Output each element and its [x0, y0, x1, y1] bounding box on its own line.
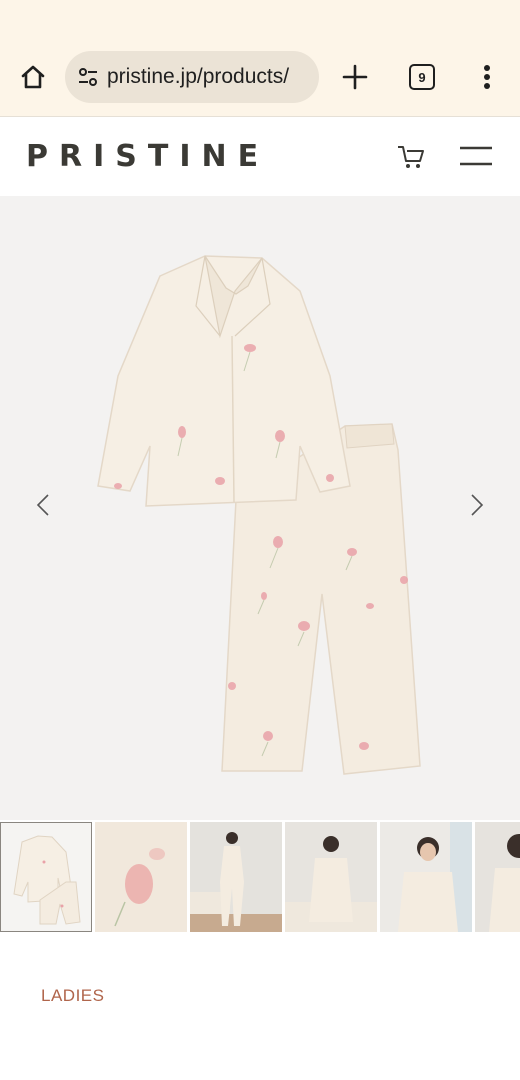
- address-bar[interactable]: pristine.jp/products/: [65, 51, 319, 103]
- thumbnail-6[interactable]: [475, 822, 520, 932]
- product-image-carousel[interactable]: [0, 196, 520, 820]
- next-image-icon[interactable]: [464, 492, 490, 518]
- thumbnail-3[interactable]: [190, 822, 282, 932]
- url-text[interactable]: pristine.jp/products/: [107, 65, 313, 89]
- thumbnail-5[interactable]: [380, 822, 472, 932]
- product-category-link[interactable]: LADIES: [41, 986, 104, 1006]
- thumbnail-strip: [0, 822, 520, 934]
- cart-icon[interactable]: [396, 143, 426, 171]
- product-image: [97, 255, 421, 775]
- more-options-icon[interactable]: [476, 62, 498, 92]
- site-header: PRISTINE: [0, 116, 520, 197]
- tab-switcher-button[interactable]: 9: [409, 64, 435, 90]
- new-tab-icon[interactable]: [338, 60, 372, 94]
- site-logo[interactable]: PRISTINE: [26, 139, 269, 174]
- home-icon[interactable]: [14, 58, 52, 96]
- hamburger-menu-icon[interactable]: [459, 145, 493, 167]
- thumbnail-2[interactable]: [95, 822, 187, 932]
- browser-toolbar: pristine.jp/products/ 9: [0, 0, 520, 116]
- thumbnail-4[interactable]: [285, 822, 377, 932]
- previous-image-icon[interactable]: [30, 492, 56, 518]
- thumbnail-1[interactable]: [0, 822, 92, 932]
- site-settings-icon[interactable]: [75, 64, 101, 90]
